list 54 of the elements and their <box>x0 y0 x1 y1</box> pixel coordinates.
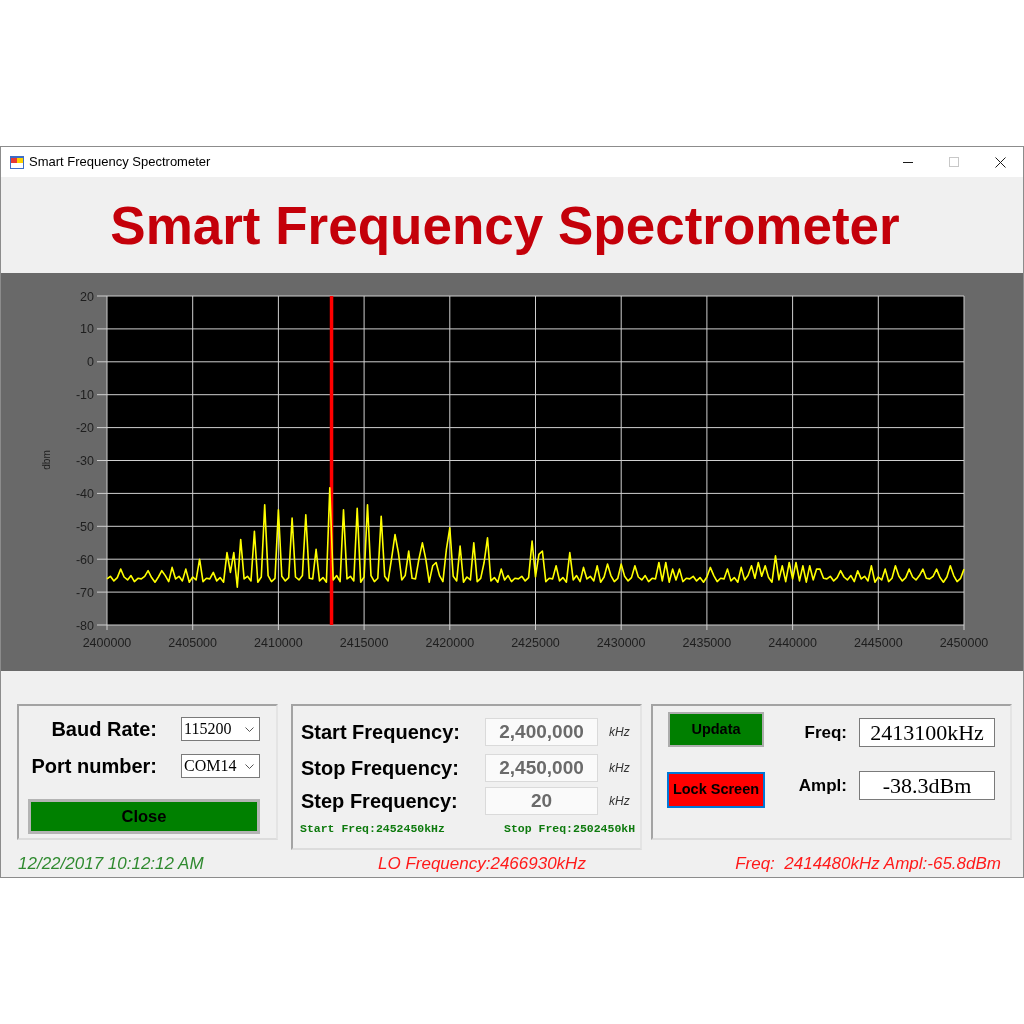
close-icon <box>994 156 1006 168</box>
y-tick-label: -40 <box>75 486 94 501</box>
window-title: Smart Frequency Spectrometer <box>29 153 211 172</box>
x-tick-label: 2430000 <box>596 636 646 650</box>
y-tick-label: -80 <box>75 618 94 633</box>
x-tick-label: 2450000 <box>939 636 989 650</box>
x-tick-label: 2425000 <box>511 636 560 650</box>
chevron-down-icon <box>245 726 254 732</box>
y-tick-label: -20 <box>75 421 94 436</box>
y-tick-label: -10 <box>75 388 94 403</box>
dropdown[interactable]: 115200 <box>181 717 260 741</box>
close-port-button[interactable]: Close <box>28 799 260 834</box>
y-tick-label: -50 <box>75 519 94 534</box>
readout-label: Ampl: <box>797 774 847 797</box>
field-label: Step Frequency: <box>301 789 459 814</box>
readout-field: -38.3dBm <box>859 771 995 800</box>
x-tick-label: 2415000 <box>339 636 389 650</box>
field-label: Baud Rate: <box>50 717 157 742</box>
chevron-down-icon <box>245 763 254 769</box>
x-tick-label: 2400000 <box>82 636 132 650</box>
dropdown[interactable]: COM14 <box>181 754 260 778</box>
reading-text: Freq: 2414480kHz Ampl:-65.8dBm <box>735 853 1001 876</box>
frequency-field[interactable]: 2,400,000 <box>485 718 598 746</box>
y-tick-label: 0 <box>87 355 94 370</box>
y-tick-label: -30 <box>75 454 94 468</box>
x-tick-label: 2420000 <box>425 636 475 650</box>
y-tick-label: -60 <box>75 552 94 567</box>
unit-label: kHz <box>609 760 630 777</box>
minimize-icon <box>903 161 913 163</box>
field-label: Stop Frequency: <box>301 756 460 781</box>
action-button[interactable]: Updata <box>668 712 764 747</box>
x-tick-label: 2410000 <box>254 636 303 650</box>
y-tick-label: -70 <box>75 585 94 600</box>
frequency-field[interactable]: 2,450,000 <box>485 754 598 782</box>
field-label: Start Frequency: <box>301 720 461 745</box>
y-axis-title: dbm <box>41 450 52 470</box>
app-icon <box>10 155 24 169</box>
unit-label: kHz <box>609 793 630 810</box>
field-label: Port number: <box>30 754 157 779</box>
readout-field: 2413100kHz <box>859 718 995 747</box>
lo-frequency-text: LO Frequency:2466930kHz <box>378 853 586 876</box>
x-tick-label: 2405000 <box>168 636 218 650</box>
frequency-field[interactable]: 20 <box>485 787 598 815</box>
x-tick-label: 2445000 <box>853 636 903 650</box>
x-tick-label: 2435000 <box>682 636 732 650</box>
stop-frequency-note: Stop Freq:2502450kH <box>504 821 636 838</box>
action-button[interactable]: Lock Screen <box>667 772 765 808</box>
unit-label: kHz <box>609 724 630 741</box>
y-tick-label: 10 <box>80 322 94 337</box>
x-tick-label: 2440000 <box>768 636 817 650</box>
date-time-text: 12/22/2017 10:12:12 AM <box>18 853 205 876</box>
y-tick-label: 20 <box>80 289 94 304</box>
start-frequency-note: Start Freq:2452450kHz <box>300 821 446 838</box>
readout-label: Freq: <box>803 721 847 744</box>
